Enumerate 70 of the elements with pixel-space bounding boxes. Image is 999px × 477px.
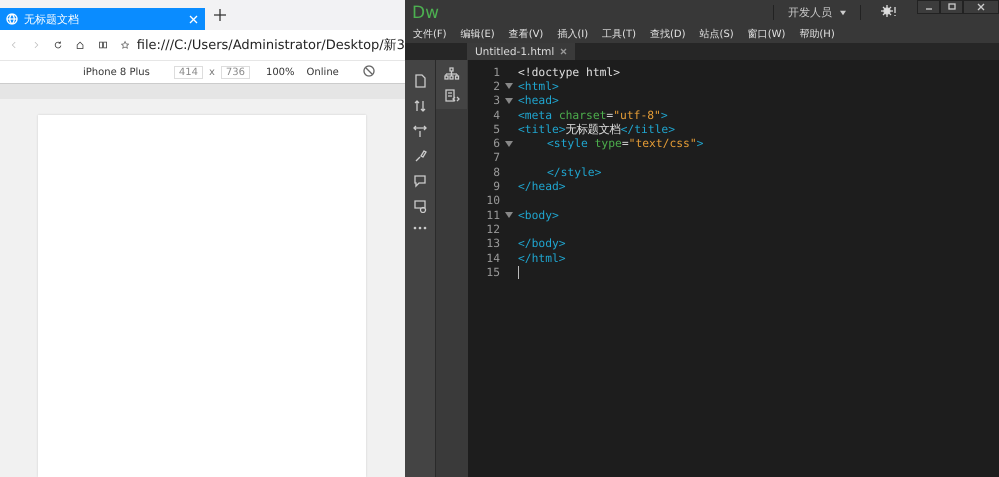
app-logo: Dw <box>412 2 440 22</box>
line-number: 3 <box>492 94 500 108</box>
comment-off-icon[interactable] <box>413 199 427 213</box>
line-number: 6 <box>492 137 500 150</box>
width-field[interactable]: 414 <box>174 66 203 78</box>
fold-arrow-icon[interactable] <box>505 212 513 218</box>
star-icon[interactable] <box>120 38 129 52</box>
line-number: 15 <box>485 266 500 279</box>
file-tab[interactable]: Untitled-1.html <box>467 43 576 60</box>
code-line: <title>无标题文档</title> <box>518 122 676 137</box>
code-line: <!doctype html> <box>518 66 620 79</box>
tree-icon[interactable] <box>444 67 460 81</box>
file-icon[interactable] <box>413 74 427 88</box>
code-line: </html> <box>518 252 566 264</box>
menu-item[interactable]: 站点(S) <box>700 27 734 41</box>
line-number: 2 <box>492 80 500 93</box>
caret-icon[interactable] <box>840 10 846 16</box>
network-dropdown[interactable]: Online <box>306 66 339 78</box>
code-line: </style> <box>546 166 602 179</box>
code-line: <body> <box>518 208 559 222</box>
fold-arrow-icon[interactable] <box>505 83 513 90</box>
line-number: 1 <box>492 66 500 79</box>
close-button[interactable] <box>963 0 999 14</box>
maximize-icon[interactable] <box>946 2 956 12</box>
code-line: <style type="text/css"> <box>546 137 704 150</box>
height-field[interactable]: 736 <box>220 66 250 78</box>
menu-item[interactable]: 编辑(E) <box>460 27 495 41</box>
expand-icon[interactable] <box>413 124 427 138</box>
line-number: 8 <box>492 166 500 179</box>
brush-icon[interactable] <box>413 149 427 163</box>
line-number: 4 <box>492 108 500 122</box>
comment-icon[interactable] <box>413 174 427 188</box>
code-line: <html> <box>518 80 559 93</box>
new-tab-icon[interactable] <box>213 8 227 22</box>
workspace-dropdown[interactable]: 开发人员 <box>773 5 861 20</box>
menu-item[interactable]: 帮助(H) <box>799 27 835 41</box>
line-number: 12 <box>485 222 500 236</box>
line-number: 14 <box>485 252 500 264</box>
line-number: 9 <box>492 180 500 194</box>
code-line: </body> <box>518 237 566 250</box>
line-number: 5 <box>492 122 500 136</box>
fold-arrow-icon[interactable] <box>505 98 513 104</box>
sort-icon[interactable] <box>413 99 427 113</box>
device-dropdown[interactable]: iPhone 8 Plus <box>83 66 150 78</box>
file-tab-title: Untitled-1.html <box>475 46 554 58</box>
dimension-separator: x <box>208 66 215 78</box>
zoom-dropdown[interactable]: 100% <box>266 66 295 78</box>
menu-item[interactable]: 查看(V) <box>508 27 544 41</box>
more-icon[interactable] <box>413 224 427 232</box>
fold-arrow-icon[interactable] <box>505 140 513 147</box>
close-icon[interactable] <box>976 2 986 12</box>
menu-item[interactable]: 查找(D) <box>650 27 686 41</box>
rotate-icon[interactable] <box>362 64 375 76</box>
settings-icon[interactable] <box>881 4 897 18</box>
line-number: 10 <box>485 194 500 208</box>
globe-icon[interactable] <box>6 13 18 25</box>
menu-item[interactable]: 工具(T) <box>602 27 636 41</box>
close-icon[interactable] <box>560 48 568 55</box>
menu-item[interactable]: 文件(F) <box>413 27 447 41</box>
code-line: </head> <box>518 180 566 194</box>
menu-item[interactable]: 插入(I) <box>557 27 588 41</box>
line-number: 13 <box>485 237 500 250</box>
maximize-button[interactable] <box>940 0 963 14</box>
line-number: 11 <box>485 208 500 222</box>
tab-title: 无标题文档 <box>24 12 80 26</box>
code-line: <head> <box>518 94 559 108</box>
code-panel-icon[interactable] <box>444 89 460 103</box>
code-line: <meta charset="utf-8"> <box>518 108 668 122</box>
menu-item[interactable]: 窗口(W) <box>748 27 786 41</box>
line-number: 7 <box>492 151 500 164</box>
